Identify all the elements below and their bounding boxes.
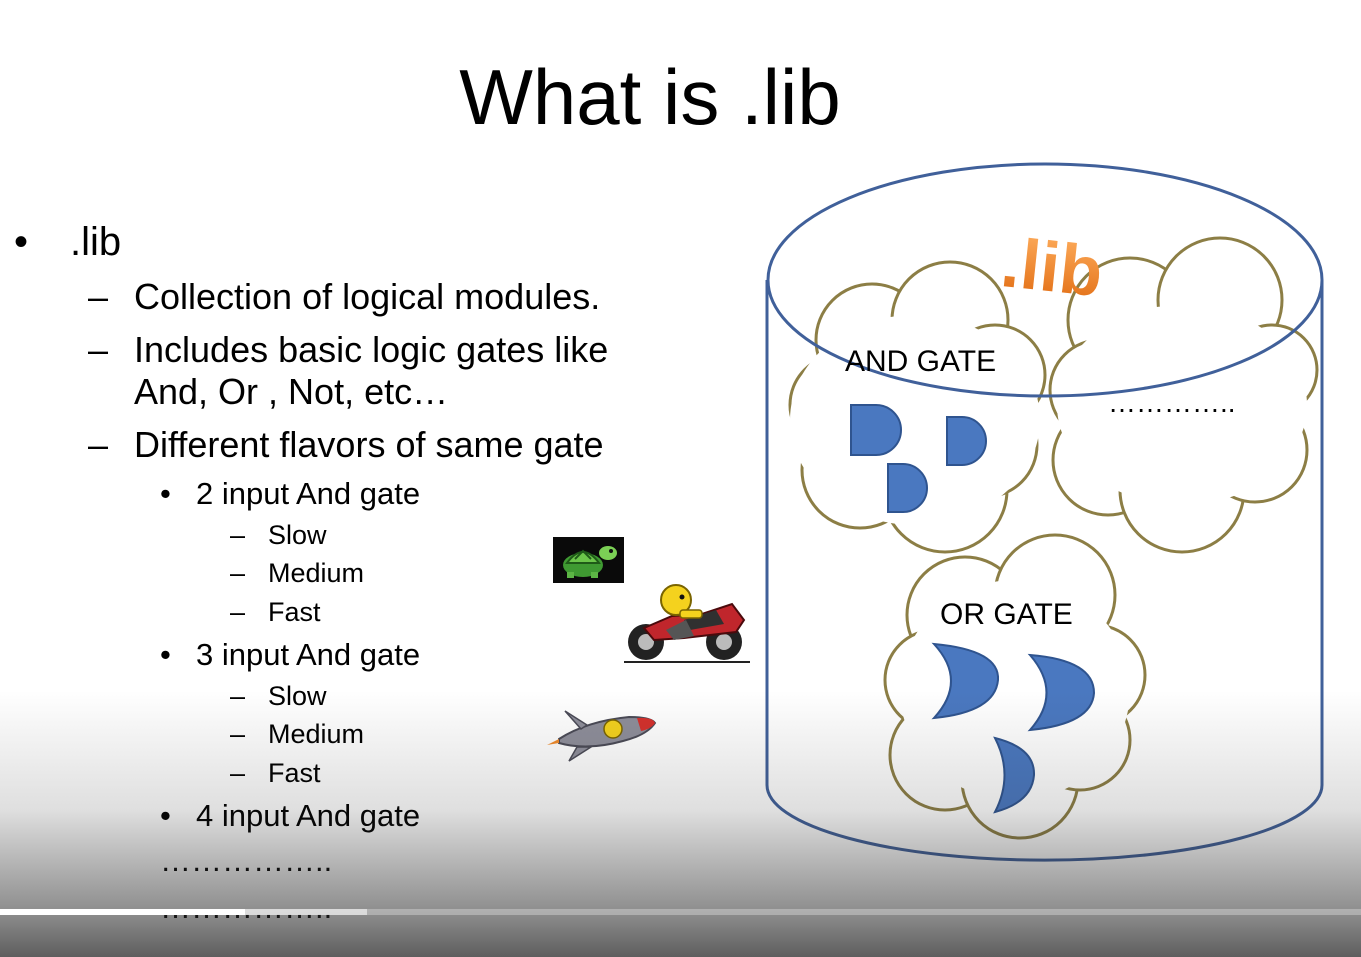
- slide: What is .lib • .lib – Collection of logi…: [0, 0, 1361, 957]
- cloud-or-label: OR GATE: [940, 598, 1073, 631]
- cloud-other-label: …………..: [1108, 387, 1236, 418]
- and-gate-shape: [887, 463, 928, 513]
- cloud-and-label: AND GATE: [845, 345, 997, 378]
- db-lib-logo: .lib: [998, 223, 1107, 311]
- and-gate-shape: [946, 416, 987, 466]
- progress-played[interactable]: [0, 909, 245, 915]
- video-controls: [0, 906, 1361, 957]
- and-gate-shape: [850, 404, 902, 456]
- database-cylinder: .lib: [765, 162, 1324, 862]
